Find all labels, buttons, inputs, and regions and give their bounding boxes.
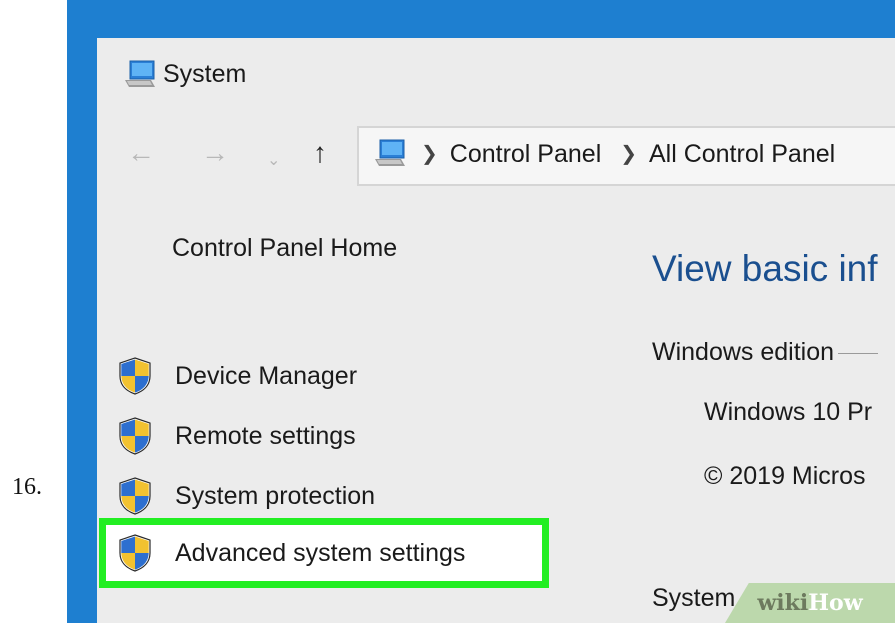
system-section-label: System xyxy=(652,584,736,612)
main-content: View basic inf Windows edition Windows 1… xyxy=(652,192,895,623)
computer-icon xyxy=(375,139,405,166)
system-window: System ← → ⌄ ↑ ❯ Control Panel ❯ All Con… xyxy=(97,38,895,623)
sidebar-item-device-manager[interactable]: Device Manager xyxy=(117,356,357,396)
sidebar-item-label: Device Manager xyxy=(175,361,358,390)
sidebar-item-remote-settings[interactable]: Remote settings xyxy=(117,416,356,456)
forward-button[interactable]: → xyxy=(201,136,229,170)
arrow-up-icon: ↑ xyxy=(313,137,327,168)
shield-icon xyxy=(119,417,151,455)
back-button[interactable]: ← xyxy=(127,136,155,170)
recent-locations-button[interactable]: ⌄ xyxy=(267,144,280,178)
up-button[interactable]: ↑ xyxy=(313,136,327,170)
breadcrumb: ❯ Control Panel ❯ All Control Panel xyxy=(417,140,835,169)
divider xyxy=(838,352,879,354)
shield-icon xyxy=(119,357,151,395)
breadcrumb-control-panel[interactable]: Control Panel xyxy=(450,140,601,168)
watermark: wiki How xyxy=(725,583,895,623)
navigation-bar: ← → ⌄ ↑ ❯ Control Panel ❯ All Control Pa… xyxy=(97,114,895,192)
sidebar-item-label: Remote settings xyxy=(175,421,356,450)
windows-edition-header: Windows edition xyxy=(652,338,879,367)
chevron-right-icon: ❯ xyxy=(421,143,438,165)
step-number: 16. xyxy=(12,474,42,500)
arrow-right-icon: → xyxy=(201,137,229,168)
shield-icon xyxy=(119,534,151,572)
screen-frame: System ← → ⌄ ↑ ❯ Control Panel ❯ All Con… xyxy=(67,0,895,623)
window-title: System xyxy=(163,60,247,88)
breadcrumb-all-control-panel[interactable]: All Control Panel xyxy=(649,140,835,168)
chevron-down-icon: ⌄ xyxy=(267,152,281,169)
address-bar[interactable]: ❯ Control Panel ❯ All Control Panel xyxy=(357,126,895,186)
section-label: Windows edition xyxy=(652,338,835,366)
shield-icon xyxy=(119,477,151,515)
watermark-how: How xyxy=(808,590,863,616)
sidebar-item-advanced-system-settings[interactable]: Advanced system settings xyxy=(117,533,465,573)
computer-icon xyxy=(125,60,155,87)
sidebar: Control Panel Home Device Manager Remote… xyxy=(97,192,557,623)
watermark-wiki: wiki xyxy=(757,590,809,616)
copyright-text: © 2019 Micros xyxy=(704,462,866,490)
sidebar-item-system-protection[interactable]: System protection xyxy=(117,476,375,516)
title-bar: System xyxy=(97,38,895,114)
sidebar-item-label: System protection xyxy=(175,481,376,510)
arrow-left-icon: ← xyxy=(127,137,155,168)
control-panel-home-link[interactable]: Control Panel Home xyxy=(172,234,397,263)
chevron-right-icon: ❯ xyxy=(620,143,637,165)
sidebar-item-label: Advanced system settings xyxy=(175,538,466,567)
windows-version: Windows 10 Pr xyxy=(704,398,873,426)
page-title: View basic inf xyxy=(652,248,878,289)
